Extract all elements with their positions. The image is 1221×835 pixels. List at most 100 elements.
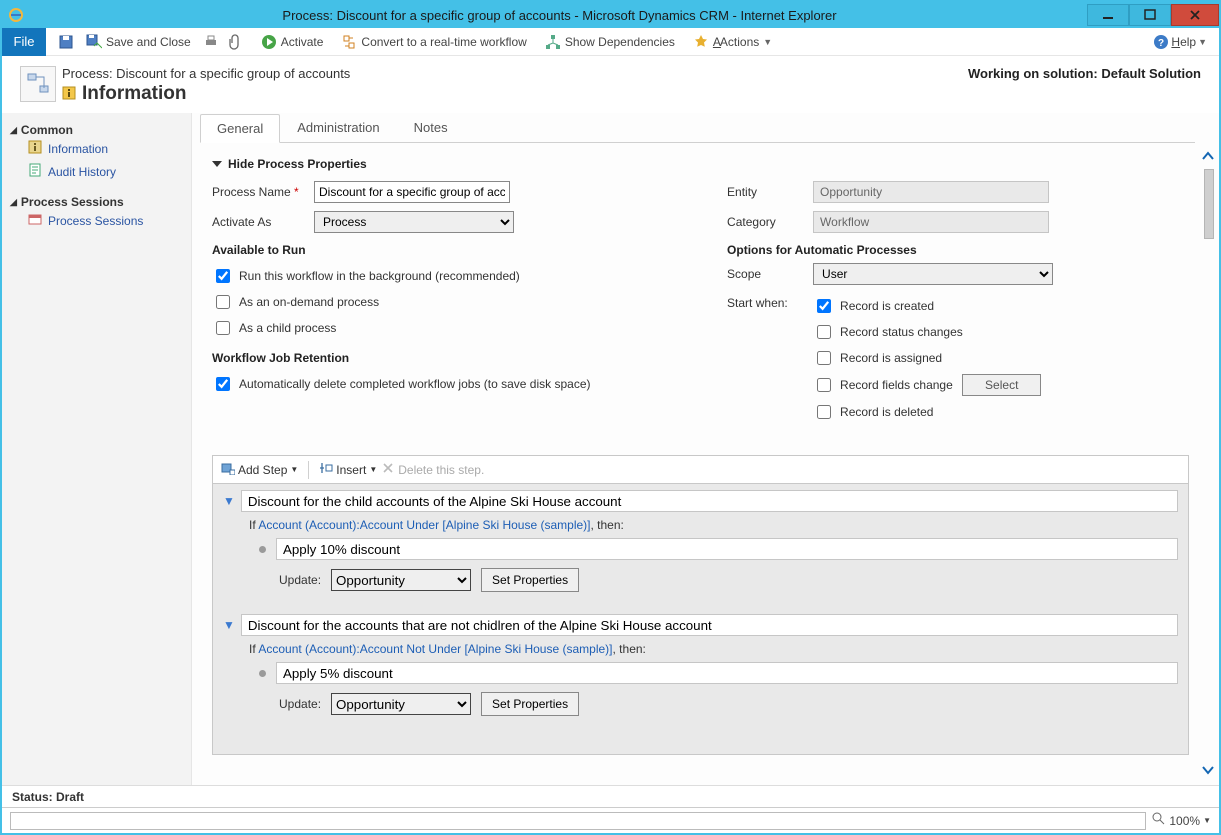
chevron-down-icon: ▼ [1203, 816, 1211, 825]
sidebar-item-information[interactable]: Information [10, 137, 183, 160]
scrollbar-handle[interactable] [1204, 169, 1214, 239]
save-close-button[interactable]: Save and Close [86, 34, 191, 50]
window-minimize-button[interactable] [1087, 4, 1129, 26]
action-description-input[interactable] [276, 662, 1178, 684]
window-close-button[interactable] [1171, 4, 1219, 26]
chevron-down-icon: ▼ [223, 494, 235, 508]
tab-administration[interactable]: Administration [280, 113, 396, 142]
ribbon: File Save and Close Activate Convert to … [2, 28, 1219, 56]
entity-label: Entity [727, 185, 813, 199]
chevron-down-icon: ▼ [290, 465, 298, 474]
dependencies-icon [545, 34, 561, 50]
save-close-label: Save and Close [106, 35, 191, 49]
hide-properties-toggle[interactable]: Hide Process Properties [212, 157, 1189, 171]
available-to-run-label: Available to Run [212, 243, 697, 257]
page-header: Process: Discount for a specific group o… [2, 56, 1219, 113]
chevron-down-icon: ◢ [10, 125, 17, 136]
svg-text:?: ? [1158, 38, 1164, 49]
status-text: Status: Draft [12, 790, 84, 804]
save-icon [58, 34, 74, 50]
tab-notes[interactable]: Notes [397, 113, 465, 142]
category-label: Category [727, 215, 813, 229]
zoom-icon [1152, 812, 1166, 829]
workflow-step: ▼ If Account (Account):Account Under [Alp… [213, 484, 1188, 608]
delete-step-button[interactable]: Delete this step. [381, 461, 484, 478]
sidebar: ◢Common Information Audit History ◢Proce… [2, 113, 192, 785]
scroll-up-icon[interactable] [1199, 147, 1217, 165]
info-icon [28, 140, 42, 157]
category-field: Workflow [813, 211, 1049, 233]
attach-button[interactable] [227, 34, 243, 50]
chk-background[interactable] [216, 269, 230, 283]
chk-child-process[interactable] [216, 321, 230, 335]
add-step-button[interactable]: Add Step ▼ [221, 461, 298, 478]
help-icon: ? [1153, 34, 1169, 50]
dependencies-button[interactable]: Show Dependencies [545, 34, 675, 50]
insert-icon [319, 461, 333, 478]
sidebar-group-common[interactable]: ◢Common [10, 123, 183, 137]
step-title-input[interactable] [241, 490, 1178, 512]
chevron-down-icon: ▼ [223, 618, 235, 632]
update-entity-select[interactable]: Opportunity [331, 693, 471, 715]
page-title: Information [82, 83, 187, 105]
chevron-down-icon: ◢ [10, 197, 17, 208]
chk-fields-change[interactable] [817, 378, 831, 392]
help-menu[interactable]: ?Help ▼ [1153, 34, 1207, 50]
activate-label: Activate [281, 35, 324, 49]
paperclip-icon [227, 34, 243, 50]
start-when-label: Start when: [727, 293, 813, 425]
help-label: Help [1171, 35, 1196, 49]
chk-record-assigned[interactable] [817, 351, 831, 365]
activate-as-select[interactable]: Process [314, 211, 514, 233]
action-description-input[interactable] [276, 538, 1178, 560]
print-button[interactable] [203, 34, 219, 50]
tab-general[interactable]: General [200, 114, 280, 143]
insert-button[interactable]: Insert ▼ [319, 461, 377, 478]
chk-status-changes[interactable] [817, 325, 831, 339]
activate-button[interactable]: Activate [261, 34, 324, 50]
scroll-down-icon[interactable] [1199, 761, 1217, 779]
actions-icon [693, 34, 709, 50]
solution-label: Working on solution: Default Solution [350, 66, 1201, 81]
if-condition: If Account (Account):Account Not Under [… [223, 636, 1178, 660]
save-close-icon [86, 34, 102, 50]
set-properties-button[interactable]: Set Properties [481, 568, 579, 592]
select-fields-button[interactable]: Select [962, 374, 1041, 396]
chevron-down-icon: ▼ [369, 465, 377, 474]
set-properties-button[interactable]: Set Properties [481, 692, 579, 716]
condition-link[interactable]: Account (Account):Account Not Under [Alp… [258, 642, 612, 656]
activate-icon [261, 34, 277, 50]
if-condition: If Account (Account):Account Under [Alpi… [223, 512, 1178, 536]
sidebar-item-sessions[interactable]: Process Sessions [10, 209, 183, 232]
actions-menu[interactable]: AActions ▼ [693, 34, 772, 50]
convert-icon [341, 34, 357, 50]
file-menu[interactable]: File [2, 28, 46, 56]
options-label: Options for Automatic Processes [727, 243, 1189, 257]
save-button[interactable] [58, 34, 74, 50]
zoom-control[interactable]: 100% ▼ [1152, 812, 1211, 829]
chk-record-created[interactable] [817, 299, 831, 313]
chk-auto-delete[interactable] [216, 377, 230, 391]
actions-label: AActions [713, 35, 759, 49]
scope-select[interactable]: User [813, 263, 1053, 285]
tab-strip: General Administration Notes [200, 113, 1195, 143]
scope-label: Scope [727, 267, 813, 281]
info-small-icon [62, 86, 76, 103]
process-name-input[interactable] [314, 181, 510, 203]
step-title-input[interactable] [241, 614, 1178, 636]
update-label: Update: [279, 573, 321, 587]
convert-label: Convert to a real-time workflow [361, 35, 526, 49]
condition-link[interactable]: Account (Account):Account Under [Alpine … [258, 518, 590, 532]
add-step-icon [221, 461, 235, 478]
print-icon [203, 34, 219, 50]
sidebar-item-audit[interactable]: Audit History [10, 160, 183, 183]
chk-record-deleted[interactable] [817, 405, 831, 419]
update-entity-select[interactable]: Opportunity [331, 569, 471, 591]
ie-icon [8, 7, 24, 23]
bullet-icon [259, 670, 266, 677]
chk-on-demand[interactable] [216, 295, 230, 309]
window-title: Process: Discount for a specific group o… [32, 8, 1087, 23]
sidebar-group-sessions[interactable]: ◢Process Sessions [10, 195, 183, 209]
window-maximize-button[interactable] [1129, 4, 1171, 26]
convert-button[interactable]: Convert to a real-time workflow [341, 34, 526, 50]
